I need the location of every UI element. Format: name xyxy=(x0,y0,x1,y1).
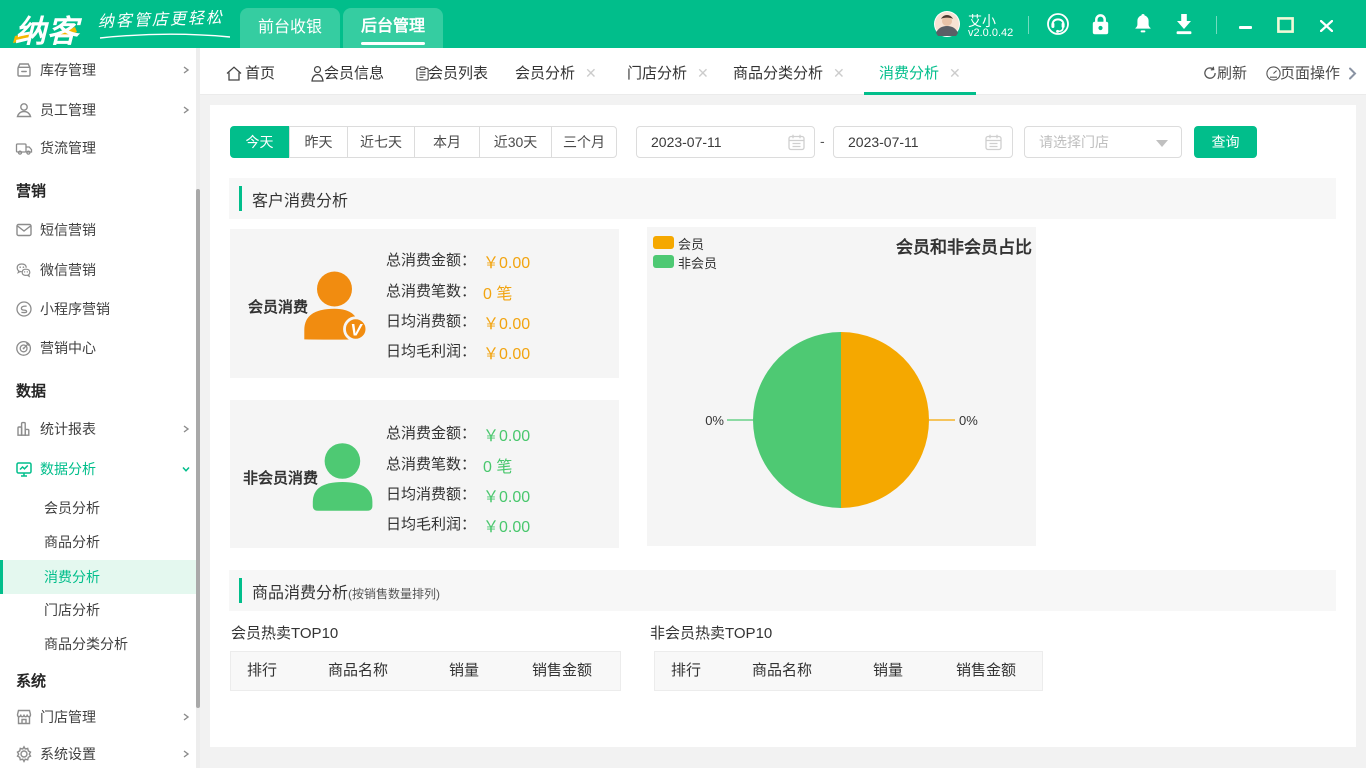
svg-text:纳客管店更轻松: 纳客管店更轻松 xyxy=(98,10,225,31)
svg-text:V: V xyxy=(350,321,363,340)
svg-text:0%: 0% xyxy=(959,413,978,428)
svg-text:0%: 0% xyxy=(705,413,724,428)
